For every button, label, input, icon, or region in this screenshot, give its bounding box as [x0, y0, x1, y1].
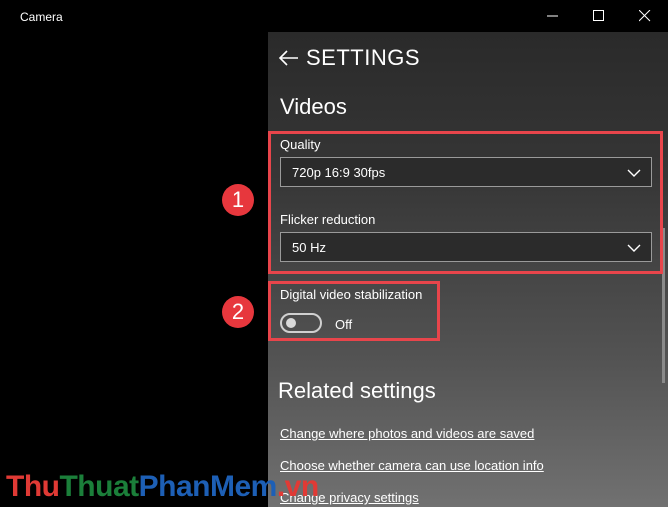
highlight-box-2: [268, 281, 440, 341]
watermark: ThuThuatPhanMem.vn: [6, 470, 319, 503]
link-save-location[interactable]: Change where photos and videos are saved: [280, 426, 534, 441]
minimize-button[interactable]: [530, 0, 576, 32]
camera-preview: [0, 32, 268, 507]
related-settings-heading: Related settings: [278, 378, 436, 403]
link-location-info[interactable]: Choose whether camera can use location i…: [280, 458, 544, 473]
back-arrow-icon[interactable]: [278, 48, 300, 68]
maximize-button[interactable]: [576, 0, 622, 32]
close-icon: [639, 10, 651, 22]
close-button[interactable]: [622, 0, 668, 32]
app-title: Camera: [20, 10, 63, 24]
panel-title: SETTINGS: [306, 45, 421, 70]
annotation-badge-2: 2: [222, 296, 254, 328]
annotation-badge-1: 1: [222, 184, 254, 216]
videos-heading: Videos: [280, 94, 347, 119]
maximize-icon: [593, 10, 604, 21]
title-bar: Camera: [0, 0, 668, 32]
highlight-box-1: [268, 131, 663, 274]
minimize-icon: [547, 15, 558, 17]
